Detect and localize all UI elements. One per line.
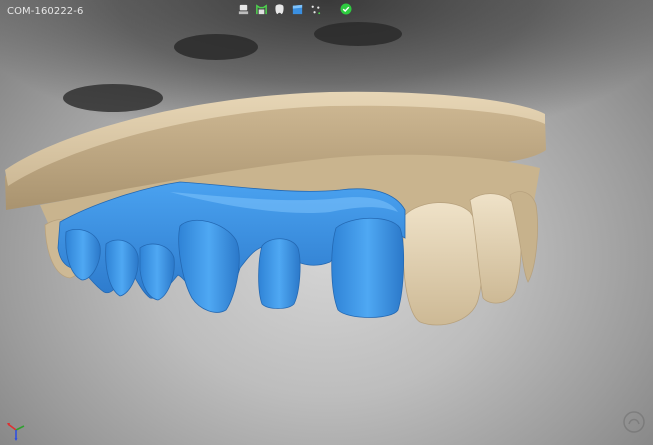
check-circle-icon[interactable] [340,3,352,15]
shadow-blob [63,84,163,112]
wax-up-crown[interactable] [331,217,405,318]
tooth-visibility-icon[interactable] [272,3,286,17]
tooth-natural [402,202,483,326]
wax-up-icon[interactable] [290,3,304,17]
wax-up-crown[interactable] [258,238,301,309]
points-icon[interactable] [308,3,322,17]
watermark-logo-icon [623,411,645,433]
crown-margin-icon[interactable] [254,3,268,17]
wax-up-crown[interactable] [178,219,240,313]
shadow-blob [174,34,258,60]
3d-viewport[interactable] [0,0,653,445]
view-toolbar [236,2,322,17]
shadow-blob [314,22,402,46]
model-base-icon[interactable] [236,3,250,17]
case-id-label: COM-160222-6 [7,6,84,17]
orientation-axes-icon [7,423,25,441]
